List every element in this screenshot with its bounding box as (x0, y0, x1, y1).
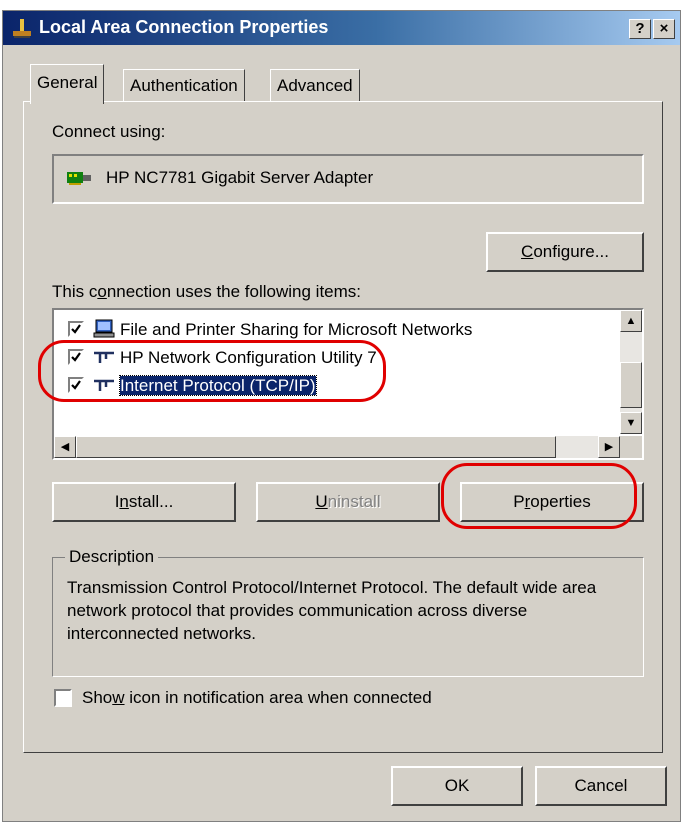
close-button[interactable]: × (653, 19, 675, 39)
items-label-post: nnection uses the following items: (106, 282, 362, 301)
configure-label-post: onfigure... (533, 242, 609, 261)
item-label: Internet Protocol (TCP/IP) (119, 375, 317, 396)
list-item[interactable]: File and Printer Sharing for Microsoft N… (68, 319, 473, 346)
tab-general[interactable]: General (30, 64, 105, 104)
window-title: Local Area Connection Properties (39, 17, 329, 37)
notify-label-accel: w (112, 688, 125, 707)
properties-label-post: operties (530, 492, 591, 511)
scroll-down-icon[interactable]: ▼ (620, 412, 642, 434)
tab-advanced-label: Advanced (277, 76, 353, 95)
item-label: File and Printer Sharing for Microsoft N… (120, 320, 473, 339)
items-label-pre: This c (52, 282, 98, 301)
description-group: Description Transmission Control Protoco… (52, 547, 644, 677)
network-adapter-icon (67, 172, 91, 185)
scroll-left-icon[interactable]: ◀ (54, 436, 76, 458)
install-button[interactable]: Install... (52, 482, 236, 522)
list-item[interactable]: HP Network Configuration Utility 7 (68, 348, 377, 374)
scroll-corner (620, 436, 642, 458)
install-label-post: stall... (128, 492, 174, 511)
list-item-selected[interactable]: Internet Protocol (TCP/IP) (68, 375, 317, 402)
uninstall-label-accel: U (315, 492, 328, 511)
adapter-field: HP NC7781 Gigabit Server Adapter (52, 154, 644, 204)
help-button[interactable]: ? (629, 19, 651, 39)
items-label-accel: o (97, 282, 107, 301)
network-connection-icon (13, 19, 31, 38)
ok-button[interactable]: OK (391, 766, 523, 806)
uninstall-button[interactable]: Uninstall (256, 482, 440, 522)
vertical-scrollbar[interactable]: ▲ ▼ (620, 310, 642, 434)
tab-general-label: General (37, 73, 98, 92)
checkmark-icon (71, 379, 81, 390)
configure-label-accel: C (521, 242, 534, 261)
title-bar[interactable]: Local Area Connection Properties ? × (3, 11, 680, 45)
scroll-up-icon[interactable]: ▲ (620, 310, 642, 332)
components-list[interactable]: File and Printer Sharing for Microsoft N… (52, 308, 644, 460)
items-label: This connection uses the following items… (52, 282, 361, 302)
tab-authentication-label: Authentication (130, 76, 238, 95)
connect-using-label: Connect using: (52, 122, 166, 141)
protocol-icon (94, 351, 114, 363)
properties-label-pre: P (513, 492, 525, 511)
cancel-button[interactable]: Cancel (535, 766, 667, 806)
tab-authentication[interactable]: Authentication (123, 69, 245, 101)
scroll-thumb-horizontal[interactable] (76, 436, 556, 458)
network-service-icon (93, 319, 115, 338)
item-checkbox[interactable] (68, 320, 84, 337)
checkmark-icon (71, 351, 81, 362)
item-label: HP Network Configuration Utility 7 (120, 348, 377, 367)
notify-label-post: icon in notification area when connected (124, 688, 432, 707)
configure-button[interactable]: Configure... (486, 232, 644, 272)
adapter-name: HP NC7781 Gigabit Server Adapter (106, 168, 374, 187)
item-checkbox[interactable] (68, 348, 84, 365)
horizontal-scrollbar[interactable]: ◀ ▶ (54, 436, 620, 458)
properties-dialog: Local Area Connection Properties ? × Gen… (2, 10, 681, 822)
checkmark-icon (71, 323, 81, 334)
notify-checkbox[interactable] (54, 689, 72, 707)
uninstall-label-post: ninstall (327, 492, 381, 511)
properties-button[interactable]: Properties (460, 482, 644, 522)
scroll-right-icon[interactable]: ▶ (598, 436, 620, 458)
description-text: Transmission Control Protocol/Internet P… (67, 578, 597, 643)
item-checkbox[interactable] (68, 376, 84, 393)
tab-advanced[interactable]: Advanced (270, 69, 360, 101)
install-label-accel: n (119, 492, 129, 511)
notify-label-pre: Sho (82, 688, 113, 707)
general-tab-panel: Connect using: HP NC7781 Gigabit Server … (23, 101, 663, 753)
scroll-thumb[interactable] (620, 362, 642, 408)
protocol-icon (94, 379, 114, 391)
description-title: Description (65, 547, 159, 567)
notify-label: Show icon in notification area when conn… (82, 688, 432, 708)
